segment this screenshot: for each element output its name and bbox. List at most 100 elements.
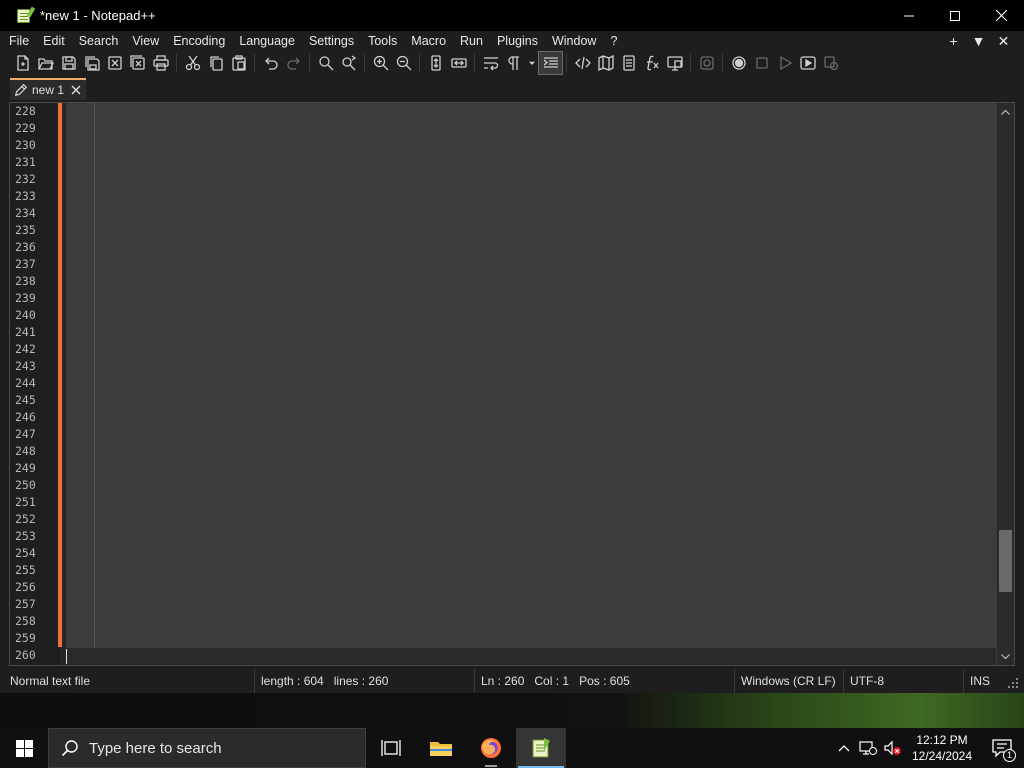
document-list-icon[interactable] <box>617 52 640 74</box>
indent-guide-icon[interactable] <box>538 51 563 75</box>
new-tab-menu-button[interactable]: + <box>941 33 966 49</box>
close-document-button[interactable]: ✕ <box>991 33 1016 50</box>
line-number: 256 <box>15 580 36 594</box>
file-explorer-button[interactable] <box>416 728 466 768</box>
line-number: 243 <box>15 359 36 373</box>
menu-settings[interactable]: Settings <box>302 31 361 51</box>
cut-icon[interactable] <box>181 52 204 74</box>
redo-icon[interactable] <box>282 52 305 74</box>
find-icon[interactable] <box>314 52 337 74</box>
title-bar: *new 1 - Notepad++ <box>0 0 1024 31</box>
save-all-icon[interactable] <box>80 52 103 74</box>
new-file-icon[interactable] <box>11 52 34 74</box>
menu-file[interactable]: File <box>0 31 36 51</box>
firefox-button[interactable] <box>466 728 516 768</box>
save-icon[interactable] <box>57 52 80 74</box>
network-icon <box>859 741 877 755</box>
close-window-button[interactable] <box>978 0 1024 31</box>
monitoring-icon[interactable] <box>695 52 718 74</box>
line-number: 253 <box>15 529 36 543</box>
line-number: 241 <box>15 325 36 339</box>
save-macro-icon[interactable] <box>819 52 842 74</box>
stop-recording-icon[interactable] <box>750 52 773 74</box>
menu-run[interactable]: Run <box>453 31 490 51</box>
word-wrap-icon[interactable] <box>479 52 502 74</box>
replace-icon[interactable] <box>337 52 360 74</box>
menu-encoding[interactable]: Encoding <box>166 31 232 51</box>
start-button[interactable] <box>0 728 48 768</box>
vertical-scrollbar[interactable] <box>996 103 1014 665</box>
window-title: *new 1 - Notepad++ <box>40 8 156 23</box>
notepad-plus-plus-icon <box>16 6 36 24</box>
copy-icon[interactable] <box>204 52 227 74</box>
status-file-type: Normal text file <box>10 674 91 688</box>
show-hidden-icons-button[interactable] <box>832 728 856 768</box>
text-area[interactable] <box>66 103 997 665</box>
status-encoding[interactable]: UTF-8 <box>843 669 963 693</box>
editor-pane[interactable]: 228 229 230 231 232 233 234 235 236 237 238 239 240 2… <box>9 102 1015 666</box>
print-icon[interactable] <box>149 52 172 74</box>
minimize-button[interactable] <box>886 0 932 31</box>
zoom-out-icon[interactable] <box>392 52 415 74</box>
close-file-icon[interactable] <box>103 52 126 74</box>
status-eol[interactable]: Windows (CR LF) <box>734 669 843 693</box>
zoom-in-icon[interactable] <box>369 52 392 74</box>
scroll-up-arrow-icon[interactable] <box>997 103 1014 120</box>
line-number: 244 <box>15 376 36 390</box>
close-all-icon[interactable] <box>126 52 149 74</box>
function-list-icon[interactable] <box>640 52 663 74</box>
tab-new-1[interactable]: new 1 <box>10 78 86 100</box>
network-button[interactable] <box>856 728 880 768</box>
line-number: 232 <box>15 172 36 186</box>
taskbar-clock[interactable]: 12:12 PM 12/24/2024 <box>904 732 980 764</box>
action-center-button[interactable]: 1 <box>980 728 1024 768</box>
menu-tools[interactable]: Tools <box>361 31 404 51</box>
clock-date: 12/24/2024 <box>911 749 973 763</box>
open-file-icon[interactable] <box>34 52 57 74</box>
menu-search[interactable]: Search <box>72 31 126 51</box>
close-icon <box>995 10 1007 21</box>
menu-help[interactable]: ? <box>603 31 624 51</box>
toolbar-separator <box>566 54 567 72</box>
task-view-button[interactable] <box>366 728 416 768</box>
notepad-plus-plus-taskbar-button[interactable] <box>516 728 566 768</box>
scroll-down-arrow-icon[interactable] <box>997 648 1014 665</box>
task-view-icon <box>381 740 401 756</box>
status-length: length : 604 <box>261 674 324 688</box>
tab-close-icon[interactable] <box>70 84 82 96</box>
status-insert-mode[interactable]: INS <box>963 669 1003 693</box>
record-macro-icon[interactable] <box>727 52 750 74</box>
taskbar: Type here to search 12:12 PM 12/24/2024 … <box>0 728 1024 768</box>
line-number: 239 <box>15 291 36 305</box>
line-number: 234 <box>15 206 36 220</box>
menu-window[interactable]: Window <box>545 31 603 51</box>
scrollbar-thumb[interactable] <box>999 530 1012 592</box>
resize-grip-icon[interactable] <box>1008 677 1018 688</box>
run-macro-multiple-icon[interactable] <box>796 52 819 74</box>
dropdown-arrow-icon[interactable] <box>525 52 539 74</box>
paste-icon[interactable] <box>227 52 250 74</box>
undo-icon[interactable] <box>259 52 282 74</box>
line-number: 246 <box>15 410 36 424</box>
status-ln: Ln : 260 <box>481 674 525 688</box>
document-map-icon[interactable] <box>594 52 617 74</box>
volume-button[interactable] <box>880 728 904 768</box>
menu-plugins[interactable]: Plugins <box>490 31 545 51</box>
xml-tag-icon[interactable] <box>571 52 594 74</box>
playback-macro-icon[interactable] <box>773 52 796 74</box>
sync-vertical-scroll-icon[interactable] <box>424 52 447 74</box>
folder-as-workspace-icon[interactable] <box>663 52 686 74</box>
tab-list-dropdown-button[interactable]: ▼ <box>966 33 991 49</box>
show-all-characters-icon[interactable] <box>502 52 525 74</box>
maximize-button[interactable] <box>932 0 978 31</box>
tab-label: new 1 <box>32 83 65 97</box>
menu-macro[interactable]: Macro <box>404 31 453 51</box>
taskbar-search-box[interactable]: Type here to search <box>48 728 366 768</box>
menu-language[interactable]: Language <box>232 31 302 51</box>
menu-edit[interactable]: Edit <box>36 31 72 51</box>
tab-bar: new 1 <box>0 75 1024 102</box>
sync-horizontal-scroll-icon[interactable] <box>447 52 470 74</box>
menu-view[interactable]: View <box>125 31 166 51</box>
line-number: 230 <box>15 138 36 152</box>
line-number: 228 <box>15 104 36 118</box>
